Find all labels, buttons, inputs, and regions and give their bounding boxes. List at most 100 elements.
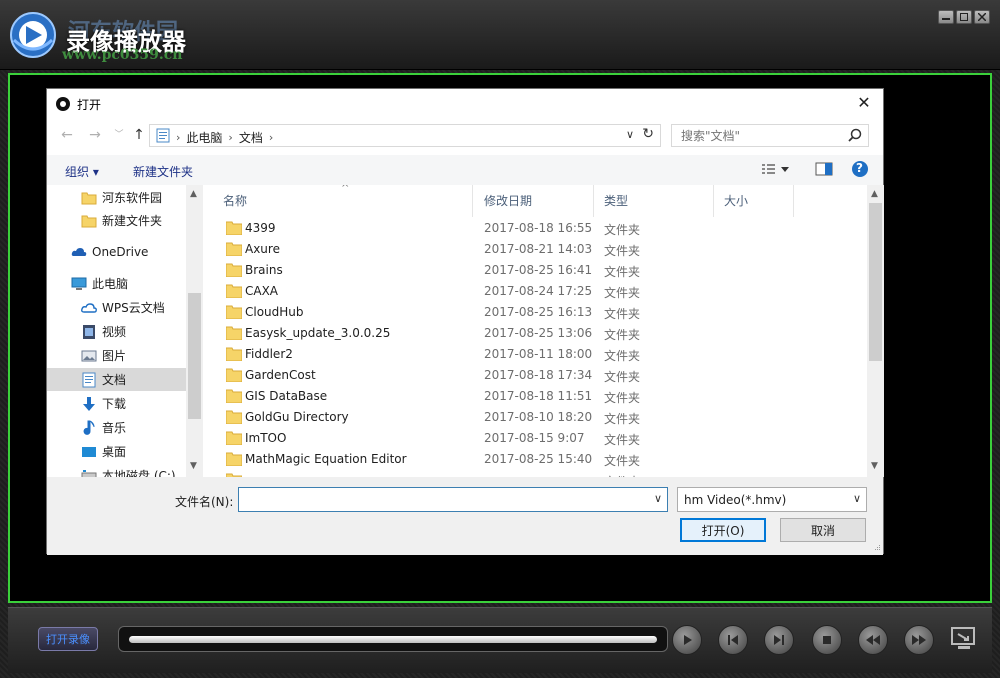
nav-item-wps-cloud[interactable]: WPS云文档	[47, 296, 186, 319]
new-folder-button[interactable]: 新建文件夹	[133, 163, 193, 180]
file-type: 文件夹	[604, 412, 641, 426]
search-input[interactable]	[672, 125, 842, 146]
nav-item-onedrive[interactable]: OneDrive	[47, 240, 186, 263]
address-dropdown-button[interactable]: ∨	[626, 128, 634, 141]
open-record-button[interactable]: 打开录像	[38, 627, 98, 651]
nav-item-pictures[interactable]: 图片	[47, 344, 186, 367]
file-row[interactable]: Fiddler2 2017-08-11 18:00 文件夹	[213, 344, 867, 365]
file-type: 文件夹	[604, 328, 641, 342]
filename-combobox[interactable]: ∨	[238, 487, 668, 512]
nav-item-label: WPS云文档	[102, 301, 165, 315]
sort-arrow-icon: ^	[341, 185, 350, 194]
nav-item-downloads[interactable]: 下载	[47, 392, 186, 415]
back-button[interactable]: ←	[59, 127, 75, 143]
nav-item-local-disk-c[interactable]: 本地磁盘 (C:)	[47, 464, 186, 477]
file-name: Axure	[245, 242, 280, 256]
folder-icon	[226, 305, 242, 319]
app-title-bar: 河东软件园 录像播放器 www.pc0359.cn	[0, 0, 1000, 70]
filename-input[interactable]	[239, 488, 639, 511]
file-name: CAXA	[245, 284, 279, 298]
nav-item-desktop[interactable]: 桌面	[47, 440, 186, 463]
forward-button[interactable]: →	[87, 127, 103, 143]
next-frame-button[interactable]	[764, 625, 794, 655]
file-row[interactable]: CAXA 2017-08-24 17:25 文件夹	[213, 281, 867, 302]
nav-pane-scrollbar[interactable]: ▲ ▼	[186, 185, 203, 477]
file-type-filter[interactable]: hm Video(*.hmv) ∨	[677, 487, 867, 512]
fast-forward-button[interactable]	[904, 625, 934, 655]
seek-track[interactable]	[129, 636, 657, 643]
column-header-date[interactable]: 修改日期	[474, 185, 594, 217]
folder-icon	[226, 221, 242, 235]
stop-button[interactable]	[812, 625, 842, 655]
file-row[interactable]: 文件夹	[213, 470, 867, 477]
file-row[interactable]: CloudHub 2017-08-25 16:13 文件夹	[213, 302, 867, 323]
nav-item-music[interactable]: 音乐	[47, 416, 186, 439]
scroll-up-arrow[interactable]: ▲	[190, 189, 197, 199]
play-button[interactable]	[672, 625, 702, 655]
column-header-size[interactable]: 大小	[714, 185, 794, 217]
file-type: 文件夹	[604, 370, 641, 384]
folder-icon	[226, 431, 242, 445]
close-button[interactable]	[974, 10, 990, 24]
chevron-down-icon[interactable]: ∨	[654, 492, 662, 505]
prev-frame-button[interactable]	[718, 625, 748, 655]
step-forward-icon	[774, 635, 784, 645]
breadcrumb-documents[interactable]: 文档	[239, 129, 263, 146]
nav-item-label: 本地磁盘 (C:)	[102, 469, 176, 477]
scrollbar-thumb[interactable]	[188, 293, 201, 419]
nav-item-documents[interactable]: 文档	[47, 368, 186, 391]
file-name: ImTOO	[245, 431, 287, 445]
file-row[interactable]: GIS DataBase 2017-08-18 11:51 文件夹	[213, 386, 867, 407]
file-type: 文件夹	[604, 391, 641, 405]
nav-item-this-pc[interactable]: 此电脑	[47, 272, 186, 295]
file-list-scrollbar[interactable]: ▲ ▼	[867, 185, 884, 477]
stop-icon	[823, 636, 831, 644]
file-date: 2017-08-18 11:51	[484, 389, 593, 403]
column-header-name[interactable]: 名称 ^	[213, 185, 473, 217]
organize-menu[interactable]: 组织 ▾	[65, 163, 99, 180]
maximize-button[interactable]	[956, 10, 972, 24]
file-name: Fiddler2	[245, 347, 293, 361]
preview-pane-button[interactable]	[815, 161, 833, 180]
nav-item-videos[interactable]: 视频	[47, 320, 186, 343]
nav-item-label: 下载	[102, 397, 127, 411]
folder-icon	[226, 347, 242, 361]
recent-locations-button[interactable]: ﹀	[111, 127, 127, 143]
seek-bar[interactable]	[118, 626, 668, 652]
nav-item-new-folder[interactable]: 新建文件夹	[47, 209, 186, 232]
file-row[interactable]: GardenCost 2017-08-18 17:34 文件夹	[213, 365, 867, 386]
scroll-up-arrow[interactable]: ▲	[871, 189, 878, 199]
dialog-close-button[interactable]: ✕	[855, 94, 873, 112]
scrollbar-thumb[interactable]	[869, 203, 882, 361]
file-row[interactable]: Brains 2017-08-25 16:41 文件夹	[213, 260, 867, 281]
address-bar[interactable]: › 此电脑 › 文档 › ∨ ↻	[149, 124, 661, 147]
scroll-down-arrow[interactable]: ▼	[871, 461, 878, 471]
cloud-icon	[71, 247, 87, 256]
file-row[interactable]: ImTOO 2017-08-15 9:07 文件夹	[213, 428, 867, 449]
refresh-button[interactable]: ↻	[642, 126, 654, 142]
breadcrumb-separator[interactable]: ›	[269, 131, 273, 144]
dialog-toolbar: 组织 ▾ 新建文件夹 ?	[47, 155, 883, 185]
fullscreen-icon[interactable]	[950, 626, 978, 652]
cancel-button[interactable]: 取消	[780, 518, 866, 542]
open-button[interactable]: 打开(O)	[680, 518, 766, 542]
file-date: 2017-08-15 9:07	[484, 431, 585, 445]
up-button[interactable]: ↑	[131, 127, 147, 143]
column-header-label: 名称	[223, 194, 248, 208]
file-row[interactable]: Axure 2017-08-21 14:03 文件夹	[213, 239, 867, 260]
view-options-button[interactable]	[761, 161, 791, 180]
nav-item-hedong[interactable]: 河东软件园	[47, 186, 186, 209]
column-header-type[interactable]: 类型	[594, 185, 714, 217]
resize-grip-icon[interactable]	[873, 545, 881, 553]
file-row[interactable]: Easysk_update_3.0.0.25 2017-08-25 13:06 …	[213, 323, 867, 344]
search-icon[interactable]	[848, 128, 862, 142]
help-button[interactable]: ?	[851, 160, 869, 181]
file-row[interactable]: GoldGu Directory 2017-08-10 18:20 文件夹	[213, 407, 867, 428]
scroll-down-arrow[interactable]: ▼	[190, 461, 197, 471]
file-row[interactable]: MathMagic Equation Editor 2017-08-25 15:…	[213, 449, 867, 470]
minimize-button[interactable]	[938, 10, 954, 24]
breadcrumb-this-pc[interactable]: 此电脑	[186, 129, 222, 146]
rewind-button[interactable]	[858, 625, 888, 655]
file-row[interactable]: 4399 2017-08-18 16:55 文件夹	[213, 218, 867, 239]
folder-icon	[226, 284, 242, 298]
